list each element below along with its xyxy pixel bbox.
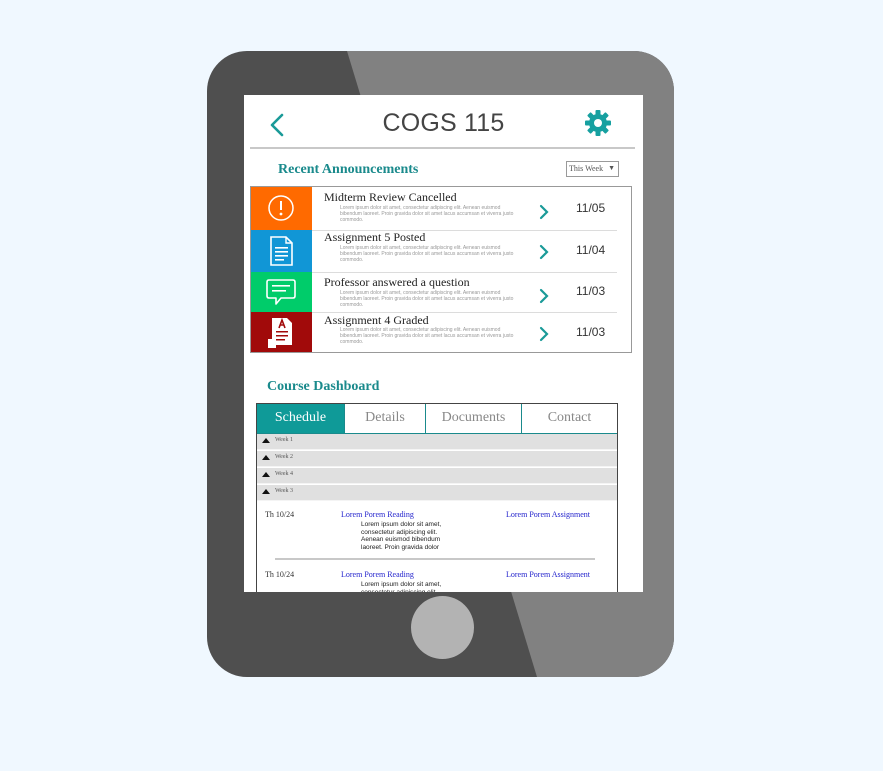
announcement-title: Assignment 5 Posted: [324, 230, 426, 244]
document-icon: [251, 230, 312, 272]
announcement-item-assignment-4[interactable]: Assignment 4 Graded Lorem ipsum dolor si…: [251, 312, 631, 352]
graded-document-icon: [251, 312, 312, 352]
alert-icon: [251, 187, 312, 230]
screen: COGS 115 Recent Announcements This Week …: [244, 95, 643, 592]
filter-selected-value: This Week: [569, 164, 604, 173]
announcement-body: Lorem ipsum dolor sit amet, consectetur …: [340, 327, 514, 345]
tab-contact[interactable]: Contact: [522, 404, 617, 433]
assignment-link[interactable]: Lorem Porem Assignment: [506, 570, 590, 579]
announcement-body: Lorem ipsum dolor sit amet, consectetur …: [340, 290, 514, 308]
announcement-title: Professor answered a question: [324, 275, 470, 289]
app-header: COGS 115: [244, 95, 643, 147]
chevron-right-icon[interactable]: [538, 243, 550, 261]
week-row[interactable]: Week 3: [257, 485, 617, 501]
announcement-date: 11/03: [576, 325, 606, 339]
home-button[interactable]: [411, 596, 474, 659]
announcement-body: Lorem ipsum dolor sit amet, consectetur …: [340, 205, 514, 223]
tab-documents[interactable]: Documents: [426, 404, 522, 433]
announcement-title: Midterm Review Cancelled: [324, 190, 457, 204]
week-label: Week 1: [275, 437, 294, 443]
schedule-date: Th 10/24: [265, 570, 295, 579]
reading-link[interactable]: Lorem Porem Reading: [341, 570, 414, 579]
schedule-divider: [275, 558, 595, 560]
caret-up-icon: [262, 472, 270, 477]
week-label: Week 3: [275, 488, 294, 494]
caret-up-icon: [262, 455, 270, 460]
course-dashboard: Schedule Details Documents Contact Week …: [256, 403, 618, 592]
announcement-item-professor-answer[interactable]: Professor answered a question Lorem ipsu…: [251, 272, 631, 313]
chevron-right-icon[interactable]: [538, 287, 550, 305]
announcement-item-assignment-5[interactable]: Assignment 5 Posted Lorem ipsum dolor si…: [251, 230, 631, 273]
announcement-body: Lorem ipsum dolor sit amet, consectetur …: [340, 245, 514, 263]
schedule-description: Lorem ipsum dolor sit amet, consectetur …: [361, 521, 442, 551]
announcement-item-midterm-review[interactable]: Midterm Review Cancelled Lorem ipsum dol…: [251, 187, 631, 231]
chevron-down-icon: ▼: [608, 164, 615, 172]
tablet-device: COGS 115 Recent Announcements This Week …: [207, 51, 674, 677]
announcement-date: 11/03: [576, 284, 606, 298]
announcement-title: Assignment 4 Graded: [324, 313, 429, 327]
announcement-filter-select[interactable]: This Week ▼: [566, 161, 619, 177]
week-row[interactable]: Week 4: [257, 468, 617, 484]
header-divider: [250, 147, 635, 149]
dashboard-tabs: Schedule Details Documents Contact: [257, 404, 617, 434]
chevron-right-icon[interactable]: [538, 325, 550, 343]
tab-details[interactable]: Details: [345, 404, 426, 433]
announcements-heading: Recent Announcements: [278, 162, 419, 177]
schedule-description: Lorem ipsum dolor sit amet, consectetur …: [361, 581, 442, 592]
week-row[interactable]: Week 1: [257, 434, 617, 450]
caret-up-icon: [262, 438, 270, 443]
assignment-link[interactable]: Lorem Porem Assignment: [506, 510, 590, 519]
chevron-right-icon[interactable]: [538, 203, 550, 221]
announcements-list: Midterm Review Cancelled Lorem ipsum dol…: [250, 186, 632, 353]
gear-icon[interactable]: [584, 109, 612, 137]
chat-icon: [251, 272, 312, 312]
announcement-date: 11/04: [576, 243, 606, 257]
reading-link[interactable]: Lorem Porem Reading: [341, 510, 414, 519]
week-label: Week 4: [275, 471, 294, 477]
caret-up-icon: [262, 489, 270, 494]
week-label: Week 2: [275, 454, 294, 460]
week-row[interactable]: Week 2: [257, 451, 617, 467]
schedule-date: Th 10/24: [265, 510, 295, 519]
tab-schedule[interactable]: Schedule: [257, 404, 345, 433]
announcement-date: 11/05: [576, 201, 606, 215]
dashboard-heading: Course Dashboard: [267, 379, 380, 394]
